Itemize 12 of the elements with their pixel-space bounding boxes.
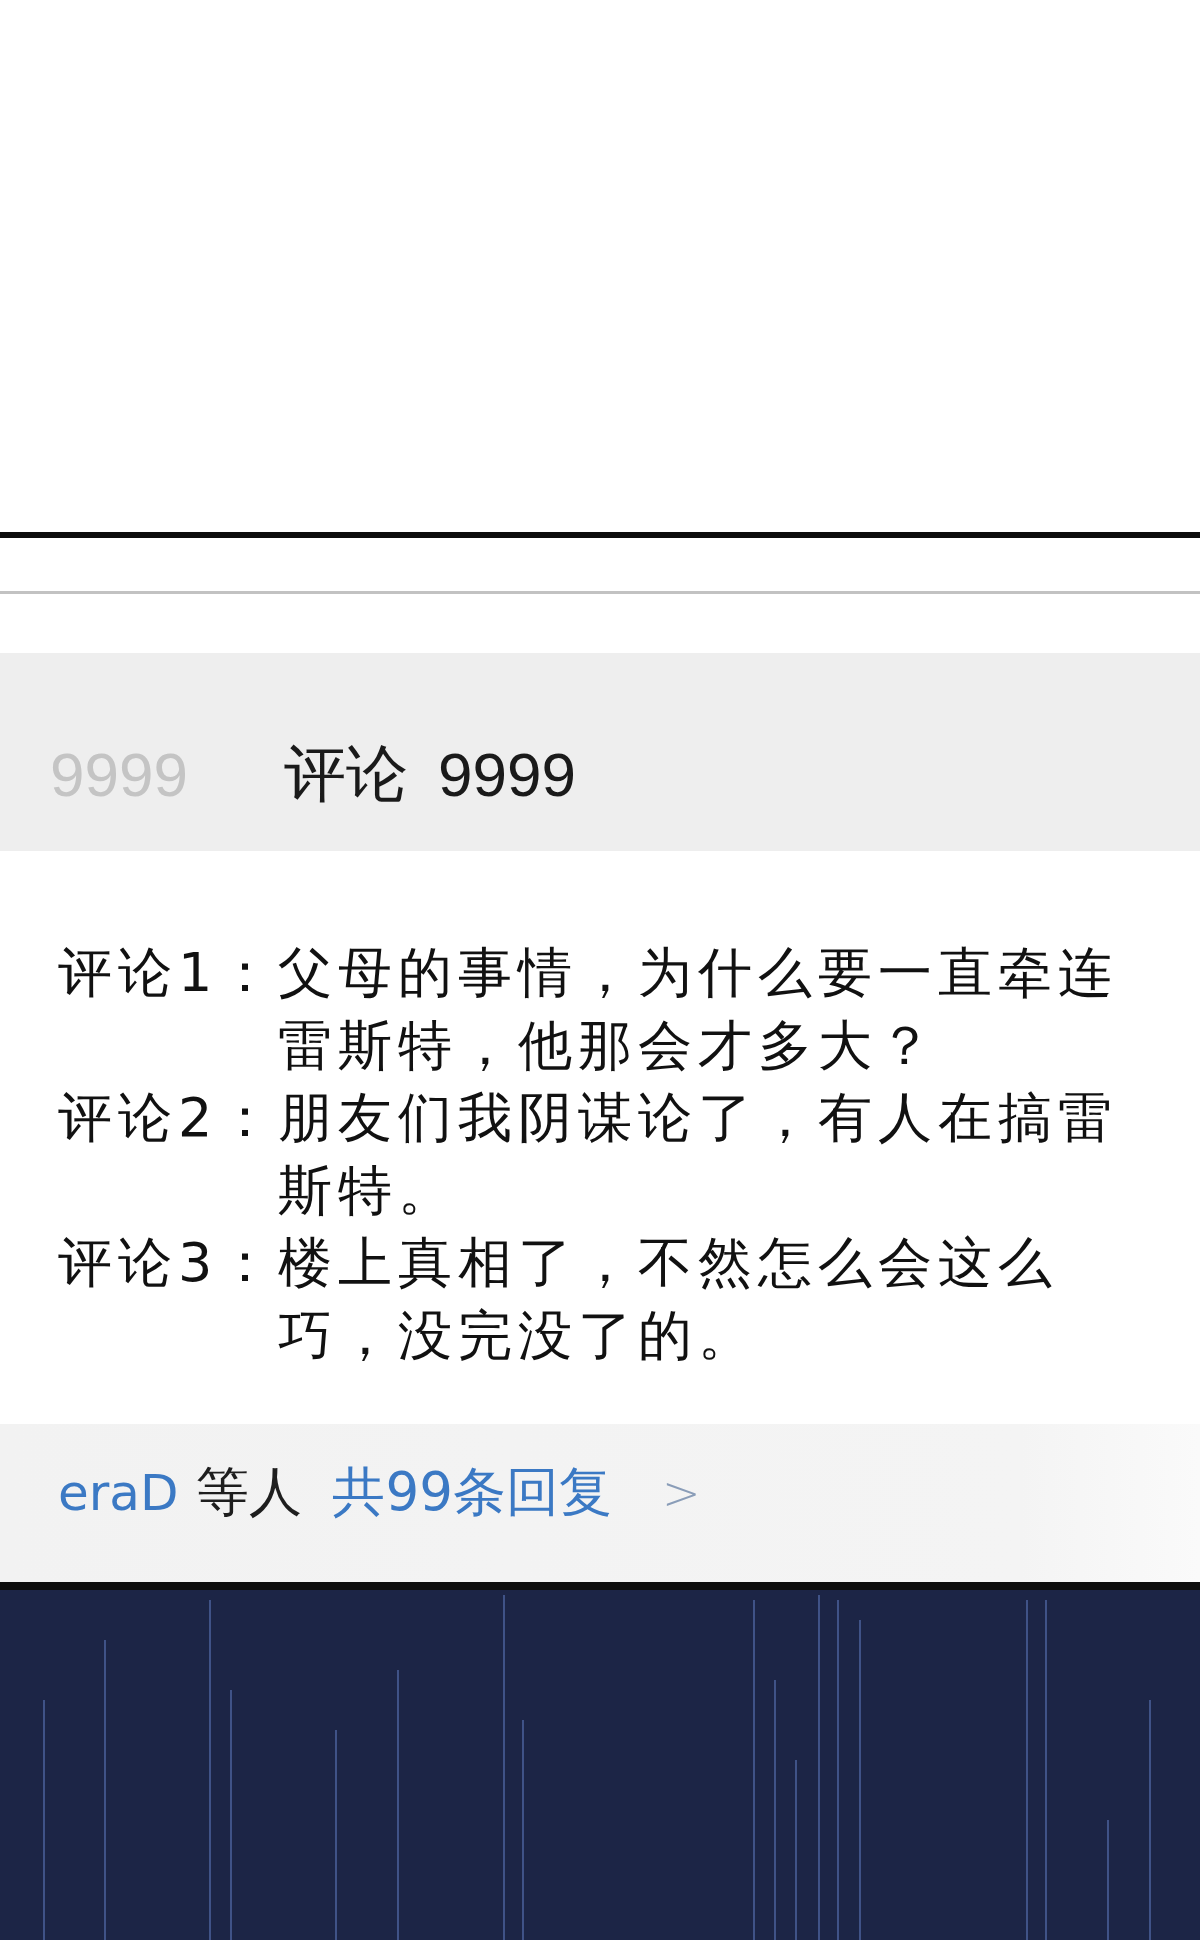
comment-label: 评论1： [58,940,279,1006]
comment-label: 评论3： [58,1230,279,1296]
comment-text: 父母的事情，为什么要一直牵连雷斯特，他那会才多大？ [278,940,1120,1079]
comment-text: 朋友们我阴谋论了，有人在搞雷斯特。 [278,1085,1120,1224]
chevron-icon[interactable]: > [661,1466,701,1520]
comments-label: 评论 [283,738,408,810]
replies-link[interactable]: 共99条回复 [332,1457,612,1529]
others-text: 等人 [196,1460,303,1524]
user-link[interactable]: eraD [58,1464,179,1522]
comments-count: 9999 [437,738,576,810]
comment-label: 评论2： [58,1085,279,1151]
comment-text: 楼上真相了，不然怎么会这么巧，没完没了的。 [278,1230,1060,1369]
